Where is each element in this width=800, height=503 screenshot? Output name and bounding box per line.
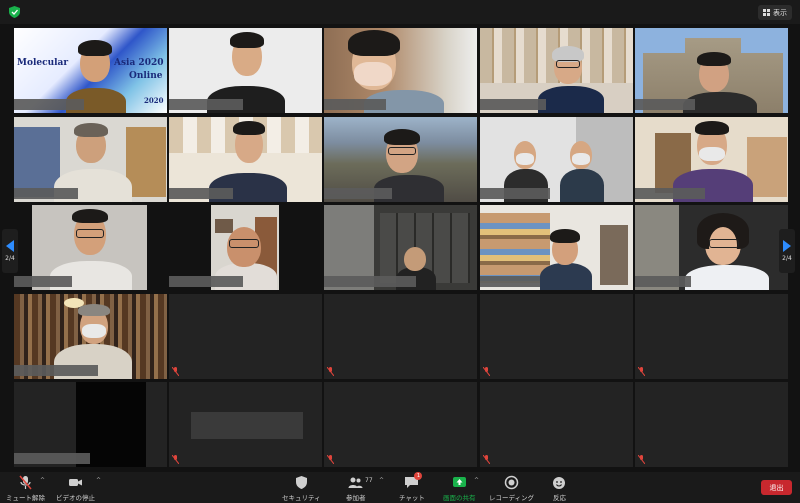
arrow-right-icon [783, 240, 791, 252]
participant-tile-off[interactable] [14, 382, 167, 467]
security-label: セキュリティ [282, 494, 321, 502]
stop-video-button[interactable]: ビデオの停止 [56, 475, 95, 502]
participant-tile[interactable] [635, 117, 788, 202]
security-button[interactable]: セキュリティ [282, 475, 321, 502]
participant-tile[interactable] [635, 205, 788, 290]
page-indicator-right: 2/4 [782, 255, 792, 262]
participants-button[interactable]: 参加者 [346, 475, 366, 502]
mic-muted-icon [327, 367, 334, 376]
page-indicator-left: 2/4 [5, 255, 15, 262]
participants-icon [348, 477, 363, 488]
reactions-button[interactable]: 反応 [552, 475, 567, 502]
participant-tile[interactable] [480, 117, 633, 202]
chat-button[interactable]: 1 チャット [399, 472, 425, 502]
participant-tile-off[interactable] [480, 294, 633, 379]
name-label [635, 99, 695, 110]
unmute-label: ミュート解除 [6, 494, 45, 502]
view-button[interactable]: 表示 [758, 5, 792, 20]
video-options-caret[interactable]: ^ [96, 477, 101, 484]
participant-tile-off[interactable] [169, 382, 322, 467]
participants-label: 参加者 [346, 494, 366, 502]
mic-muted-icon [483, 367, 490, 376]
poster-text-2: Asia 2020 [114, 58, 164, 68]
arrow-left-icon [6, 240, 14, 252]
record-button[interactable]: レコーディング [489, 475, 534, 502]
top-bar: 表示 [0, 0, 800, 24]
participant-tile-off[interactable] [324, 294, 477, 379]
mic-muted-icon [19, 475, 32, 490]
poster-text-4: 2020 [144, 96, 164, 105]
share-screen-icon [452, 477, 466, 487]
name-label [635, 188, 705, 199]
meeting-toolbar: ミュート解除 ^ ビデオの停止 ^ セキュリティ 参加者 77 ^ 1 チャット… [0, 472, 800, 503]
previous-page-button[interactable]: 2/4 [2, 229, 18, 273]
participant-tile[interactable] [169, 117, 322, 202]
name-label [169, 99, 243, 110]
record-icon [504, 475, 519, 490]
participant-tile[interactable] [324, 28, 477, 113]
participant-tile-off[interactable] [324, 382, 477, 467]
camera-icon [69, 479, 82, 486]
name-label [480, 188, 550, 199]
mic-muted-icon [483, 455, 490, 464]
participant-tile[interactable] [14, 117, 167, 202]
leave-meeting-button[interactable]: 退出 [761, 480, 792, 495]
participants-count: 77 [365, 477, 373, 484]
chat-unread-badge: 1 [414, 472, 423, 480]
participant-tile-off[interactable] [169, 294, 322, 379]
name-label [14, 453, 90, 464]
participant-tile[interactable] [480, 28, 633, 113]
participant-tile-off[interactable] [635, 294, 788, 379]
view-label: 表示 [773, 8, 787, 17]
participant-tile[interactable]: Molecular Asia 2020 Online 2020 [14, 28, 167, 113]
poster-text-1: Molecular [17, 58, 69, 68]
name-label [14, 99, 84, 110]
participant-tile[interactable] [169, 28, 322, 113]
record-label: レコーディング [489, 494, 535, 502]
participant-tile[interactable] [480, 205, 633, 290]
share-screen-label: 画面の共有 [443, 494, 476, 502]
mic-muted-icon [172, 455, 179, 464]
next-page-button[interactable]: 2/4 [779, 229, 795, 273]
mic-muted-icon [638, 455, 645, 464]
participant-tile[interactable] [14, 294, 167, 379]
participant-tile-off[interactable] [480, 382, 633, 467]
name-label [324, 188, 392, 199]
name-label [14, 365, 98, 376]
reaction-icon [553, 477, 565, 489]
participant-tile[interactable] [324, 205, 477, 290]
participants-options-caret[interactable]: ^ [379, 477, 384, 484]
participant-tile[interactable] [169, 205, 322, 290]
name-label [480, 276, 540, 287]
participant-tile[interactable] [14, 205, 167, 290]
name-label [480, 99, 546, 110]
participant-tile[interactable] [635, 28, 788, 113]
share-screen-button[interactable]: 画面の共有 [443, 475, 476, 502]
name-label [14, 188, 78, 199]
name-label [324, 276, 416, 287]
name-label [169, 276, 243, 287]
name-label [14, 276, 72, 287]
mic-muted-icon [327, 455, 334, 464]
share-options-caret[interactable]: ^ [474, 477, 479, 484]
participant-tile[interactable] [324, 117, 477, 202]
participant-tile-off[interactable] [635, 382, 788, 467]
shield-icon[interactable] [9, 6, 20, 18]
grid-icon [763, 9, 770, 16]
mic-muted-icon [638, 367, 645, 376]
reactions-label: 反応 [553, 494, 566, 502]
name-label [169, 188, 233, 199]
name-label [324, 99, 386, 110]
stop-video-label: ビデオの停止 [56, 494, 95, 502]
video-gallery: Molecular Asia 2020 Online 2020 2/4 2/4 [0, 24, 800, 472]
chat-label: チャット [399, 494, 425, 502]
audio-options-caret[interactable]: ^ [40, 477, 45, 484]
name-label [635, 276, 691, 287]
security-icon [295, 476, 307, 489]
mic-muted-icon [172, 367, 179, 376]
poster-text-3: Online [129, 71, 163, 81]
